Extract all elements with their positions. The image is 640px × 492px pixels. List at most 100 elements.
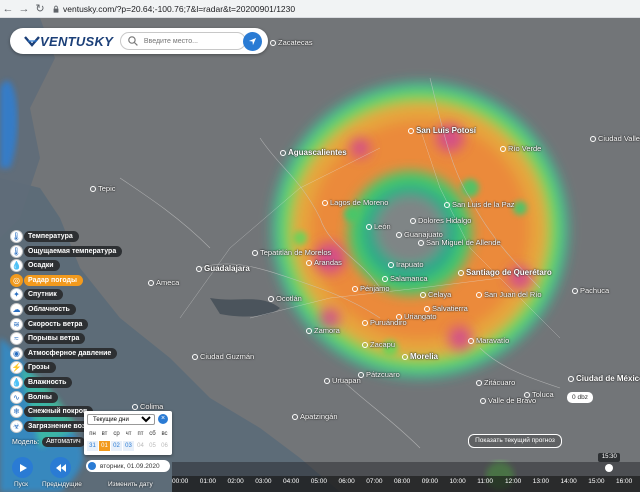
city-name: Ciudad Valles <box>598 134 640 143</box>
calendar-day[interactable]: 31 <box>87 441 98 451</box>
back-arrow-icon[interactable]: ← <box>0 0 16 18</box>
radar-icon: ◎ <box>10 273 23 287</box>
timeline-hour-label[interactable]: 07:00 <box>366 478 382 485</box>
layer-item[interactable]: ☁ Облачность <box>10 303 76 316</box>
address-bar[interactable]: ventusky.com/?p=20.64;-100.76;7&l=radar&… <box>52 4 295 14</box>
city-name: San Luis Potosí <box>416 126 477 135</box>
layer-item[interactable]: 💧 Влажность <box>10 376 73 389</box>
city-label: Ciudad Guzmán <box>192 352 254 361</box>
layer-label: Порывы ветра <box>24 333 86 345</box>
timeline-hour-label[interactable]: 14:00 <box>561 478 577 485</box>
city-dot-icon <box>408 127 414 134</box>
play-button[interactable] <box>12 457 33 478</box>
city-dot-icon <box>358 372 364 379</box>
city-name: Salvatierra <box>432 304 468 313</box>
city-name: Ciudad Guzmán <box>200 352 255 361</box>
layer-item[interactable]: ❄ Снежный покров <box>10 405 94 419</box>
day-range-select[interactable]: Текущие дни <box>87 414 155 425</box>
layer-item[interactable]: 🌡 Ощущаемая температура <box>10 244 123 258</box>
city-dot-icon <box>324 378 330 385</box>
city-dot-icon <box>572 288 578 295</box>
timeline-hour-label[interactable]: 02:00 <box>228 478 244 485</box>
timeline-hour-label[interactable]: 10:00 <box>450 478 466 485</box>
layer-item[interactable]: ☣ Загрязнение воз <box>10 419 92 433</box>
city-name: Pachuca <box>580 286 610 295</box>
show-current-forecast-button[interactable]: Показать текущий прогноз <box>468 434 562 448</box>
search-icon <box>128 36 138 46</box>
layer-item[interactable]: 💧 Осадки <box>10 259 60 273</box>
layer-item[interactable]: ∿ Волны <box>10 390 58 404</box>
timeline-hour-label[interactable]: 12:00 <box>505 478 521 485</box>
locate-button[interactable] <box>243 32 262 51</box>
timeline-hour-label[interactable]: 01:00 <box>200 478 216 485</box>
timeline-hour-label[interactable]: 11:00 <box>477 478 493 485</box>
city-dot-icon <box>388 262 394 269</box>
ventusky-logo[interactable]: VENTUSKY <box>24 34 116 49</box>
calendar-day[interactable]: 06 <box>159 441 170 451</box>
city-name: Irapuato <box>396 260 424 269</box>
timeline-hour-label[interactable]: 04:00 <box>283 478 299 485</box>
city-label: Guadalajara <box>196 264 250 273</box>
city-label: Uruapan <box>324 376 361 385</box>
raindrop-icon: 💧 <box>10 259 23 273</box>
timeline-hour-label[interactable]: 08:00 <box>394 478 410 485</box>
city-name: Pátzcuaro <box>366 370 400 379</box>
cloud-icon: ☁ <box>10 303 23 316</box>
calendar-day[interactable]: 04 <box>135 441 146 451</box>
layer-item[interactable]: ≋ Скорость ветра <box>10 317 89 331</box>
layer-item[interactable]: ◎ Радар погоды <box>10 273 83 287</box>
layer-item[interactable]: ◉ Атмосферное давление <box>10 346 118 360</box>
timeline-hour-label[interactable]: 13:00 <box>533 478 549 485</box>
city-dot-icon <box>322 200 328 207</box>
city-label: Santiago de Querétaro <box>458 268 552 277</box>
city-name: Lagos de Moreno <box>330 198 389 207</box>
forward-arrow-icon[interactable]: → <box>16 0 32 18</box>
city-label: San Miguel de Allende <box>418 238 501 247</box>
timeline-hour-label[interactable]: 15:00 <box>588 478 604 485</box>
city-label: San Luis Potosí <box>408 126 476 135</box>
pollution-icon: ☣ <box>10 419 23 433</box>
calendar-day[interactable]: 02 <box>111 441 122 451</box>
timeline-hour-label[interactable]: 06:00 <box>339 478 355 485</box>
timeline-hour-label[interactable]: 16:00 <box>616 478 632 485</box>
timeline-hour-label[interactable]: 09:00 <box>422 478 438 485</box>
layer-item[interactable]: ⚡ Грозы <box>10 361 56 375</box>
previous-button[interactable] <box>50 457 71 478</box>
weekday-label: чт <box>125 431 132 437</box>
city-label: Zacatecas <box>270 38 313 47</box>
play-label: Пуск <box>14 481 28 488</box>
close-calendar-button[interactable]: × <box>158 414 168 424</box>
weekday-label: вс <box>161 431 168 437</box>
layer-item[interactable]: ≈ Порывы ветра <box>10 332 86 346</box>
calendar-day[interactable]: 03 <box>123 441 134 451</box>
model-label: Модель: <box>12 438 40 446</box>
reload-icon[interactable]: ↻ <box>32 0 48 18</box>
timeline-hour-label[interactable]: 03:00 <box>255 478 271 485</box>
search-field[interactable] <box>120 32 246 50</box>
city-name: Ameca <box>156 278 180 287</box>
timeline-hour-label[interactable]: 00:00 <box>172 478 188 485</box>
city-dot-icon <box>418 240 424 247</box>
model-select[interactable]: Автоматич <box>42 437 85 447</box>
city-name: Puruándiro <box>370 318 407 327</box>
calendar-day[interactable]: 01 <box>99 441 110 451</box>
lightning-icon: ⚡ <box>10 361 23 375</box>
search-input[interactable] <box>141 36 245 46</box>
city-label: Ciudad Valles <box>590 134 640 143</box>
calendar-day[interactable]: 05 <box>147 441 158 451</box>
city-name: Zamora <box>314 326 340 335</box>
date-picker[interactable]: вторник, 01.09.2020 <box>86 460 170 472</box>
layer-label: Радар погоды <box>24 274 83 286</box>
layer-item[interactable]: 🌡 Температура <box>10 230 79 243</box>
timeline-hour-label[interactable]: 05:00 <box>311 478 327 485</box>
city-dot-icon <box>396 232 402 239</box>
city-name: Tepic <box>98 184 116 193</box>
layer-item[interactable]: ✦ Спутник <box>10 288 63 302</box>
city-name: San Miguel de Allende <box>426 238 501 247</box>
pressure-icon: ◉ <box>10 346 23 360</box>
city-label: Maravatío <box>468 336 509 345</box>
city-name: León <box>374 222 391 231</box>
lock-icon <box>53 5 59 13</box>
city-dot-icon <box>468 338 474 345</box>
change-date-label[interactable]: Изменить дату <box>108 481 153 488</box>
